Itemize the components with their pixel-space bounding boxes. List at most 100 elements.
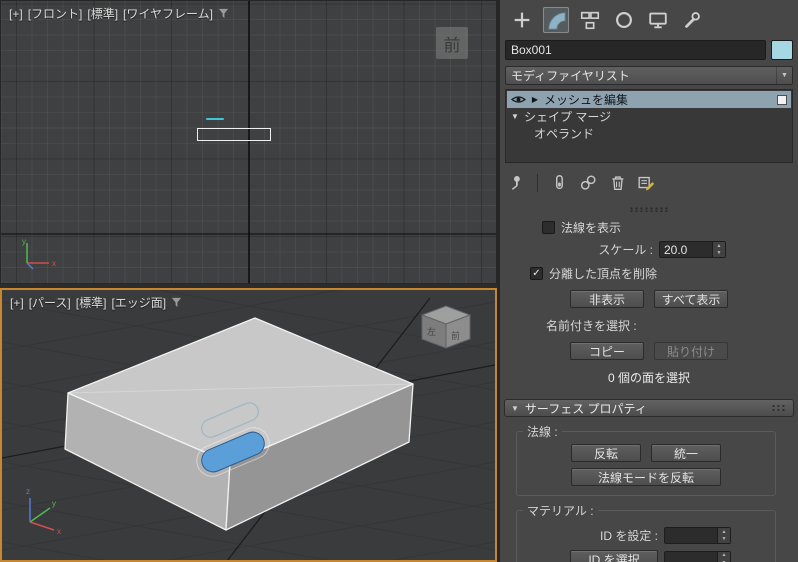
modifier-list-dropdown[interactable]: モディファイヤリスト ▼ bbox=[505, 66, 793, 85]
named-selections-label: 名前付きを選択 : bbox=[546, 319, 637, 333]
copy-paste-row: コピー 貼り付け bbox=[500, 342, 798, 360]
filter-funnel-icon[interactable] bbox=[171, 297, 182, 308]
viewcube[interactable]: 左 前 bbox=[420, 305, 472, 349]
hide-button[interactable]: 非表示 bbox=[570, 290, 644, 308]
remove-modifier-icon[interactable] bbox=[607, 173, 627, 193]
delete-isolated-checkbox[interactable] bbox=[530, 267, 543, 280]
drag-grip-icon bbox=[771, 404, 787, 412]
object-name-row: Box001 bbox=[505, 40, 793, 60]
scale-label: スケール : bbox=[598, 243, 653, 257]
tab-utilities[interactable] bbox=[679, 7, 705, 33]
viewport-general-menu[interactable]: [+] bbox=[9, 7, 23, 21]
scale-spinner[interactable]: 20.0 ▲ ▼ bbox=[659, 241, 726, 258]
unify-button[interactable]: 統一 bbox=[651, 444, 721, 462]
set-id-label: ID を設定 : bbox=[599, 529, 658, 543]
viewport-area: [+] [フロント] [標準] [ワイヤフレーム] 前 x y 左 前 x y … bbox=[0, 0, 497, 562]
viewport-standard-menu[interactable]: [標準] bbox=[87, 5, 118, 22]
chevron-down-icon: ▼ bbox=[511, 403, 519, 413]
show-normals-label: 法線を表示 bbox=[561, 221, 622, 235]
motion-icon bbox=[616, 12, 632, 28]
unhide-all-button[interactable]: すべて表示 bbox=[654, 290, 728, 308]
box-object[interactable] bbox=[64, 317, 414, 531]
select-id-button[interactable]: ID を選択 bbox=[570, 550, 658, 562]
object-name-field[interactable]: Box001 bbox=[505, 40, 766, 60]
spinner-up-icon[interactable]: ▲ bbox=[713, 242, 725, 250]
flip-normal-mode-button[interactable]: 法線モードを反転 bbox=[571, 468, 721, 486]
tab-display[interactable] bbox=[645, 7, 671, 33]
viewport-general-menu[interactable]: [+] bbox=[10, 296, 24, 310]
stack-item-label: メッシュを編集 bbox=[544, 93, 629, 107]
object-color-swatch[interactable] bbox=[771, 40, 793, 60]
select-id-spinner[interactable]: ▲▼ bbox=[664, 550, 731, 562]
paste-button: 貼り付け bbox=[654, 342, 728, 360]
box-wireframe-selected[interactable] bbox=[197, 128, 271, 141]
scale-row: スケール : 20.0 ▲ ▼ bbox=[500, 241, 798, 258]
spinner-up-icon[interactable]: ▲ bbox=[718, 528, 730, 536]
make-unique-icon[interactable] bbox=[578, 173, 598, 193]
stack-item-shape-merge[interactable]: ▼ シェイプ マージ bbox=[506, 108, 792, 125]
panel-splitter-grip[interactable] bbox=[500, 205, 798, 213]
configure-sets-icon[interactable] bbox=[636, 173, 656, 193]
svg-text:z: z bbox=[26, 487, 30, 496]
spinner-down-icon[interactable]: ▼ bbox=[713, 250, 725, 258]
svg-text:前: 前 bbox=[451, 330, 460, 341]
viewport-front[interactable]: [+] [フロント] [標準] [ワイヤフレーム] 前 x y bbox=[0, 0, 497, 284]
hierarchy-icon bbox=[580, 11, 600, 30]
viewport-shading-menu[interactable]: [エッジ面] bbox=[111, 294, 166, 311]
viewport-pov-menu[interactable]: [パース] bbox=[29, 294, 71, 311]
normals-group: 法線 : 反転 統一 法線モードを反転 bbox=[516, 423, 776, 496]
selection-status: 0 個の面を選択 bbox=[607, 371, 690, 385]
surface-properties-rollout[interactable]: ▼ サーフェス プロパティ bbox=[504, 399, 794, 417]
show-end-result-icon[interactable] bbox=[549, 173, 569, 193]
stack-item-label: シェイプ マージ bbox=[524, 110, 612, 124]
show-normals-row: 法線を表示 bbox=[542, 219, 798, 236]
viewport-menu-persp: [+] [パース] [標準] [エッジ面] bbox=[10, 294, 182, 311]
spinner-down-icon[interactable]: ▼ bbox=[718, 536, 730, 544]
spinner-up-icon[interactable]: ▲ bbox=[718, 552, 730, 560]
pin-stack-icon[interactable] bbox=[506, 173, 526, 193]
collapse-arrow-icon[interactable]: ▼ bbox=[510, 112, 520, 121]
tab-hierarchy[interactable] bbox=[577, 7, 603, 33]
toolbar-divider bbox=[537, 174, 538, 192]
shape-spline[interactable] bbox=[206, 118, 224, 120]
modifier-stack: ▶ メッシュを編集 ▼ シェイプ マージ オペランド bbox=[505, 89, 793, 163]
stack-item-operand[interactable]: オペランド bbox=[506, 125, 792, 142]
modify-icon bbox=[548, 12, 566, 30]
scale-value[interactable]: 20.0 bbox=[660, 242, 712, 257]
eye-icon[interactable] bbox=[511, 94, 526, 105]
tab-create[interactable] bbox=[509, 7, 535, 33]
show-normals-checkbox[interactable] bbox=[542, 221, 555, 234]
stack-item-edit-mesh[interactable]: ▶ メッシュを編集 bbox=[507, 91, 791, 108]
world-axis-horizontal bbox=[1, 233, 496, 235]
viewport-shading-menu[interactable]: [ワイヤフレーム] bbox=[123, 5, 213, 22]
delete-isolated-label: 分離した頂点を削除 bbox=[549, 267, 658, 281]
copy-button[interactable]: コピー bbox=[570, 342, 644, 360]
set-id-row: ID を設定 : ▲ ▼ bbox=[517, 527, 731, 544]
select-id-value[interactable] bbox=[665, 552, 717, 562]
tab-modify[interactable] bbox=[543, 7, 569, 33]
set-id-value[interactable] bbox=[665, 528, 717, 543]
expand-arrow-icon[interactable]: ▶ bbox=[530, 95, 540, 104]
filter-funnel-icon[interactable] bbox=[218, 8, 229, 19]
svg-text:x: x bbox=[52, 259, 56, 268]
viewport-pov-menu[interactable]: [フロント] bbox=[28, 5, 83, 22]
rollout-title: サーフェス プロパティ bbox=[524, 401, 647, 416]
tab-motion[interactable] bbox=[611, 7, 637, 33]
svg-text:y: y bbox=[52, 499, 56, 508]
command-panel-tabs bbox=[500, 0, 798, 37]
viewport-standard-menu[interactable]: [標準] bbox=[76, 294, 107, 311]
viewcube[interactable]: 前 bbox=[436, 27, 468, 59]
grip-dots-icon bbox=[629, 206, 669, 212]
modifier-toggle[interactable] bbox=[777, 94, 787, 105]
flip-button[interactable]: 反転 bbox=[571, 444, 641, 462]
world-axis-vertical bbox=[248, 1, 250, 283]
viewport-perspective[interactable]: 左 前 x y z [+] [パース] [標準] [エッジ面] bbox=[0, 288, 497, 562]
normals-legend: 法線 : bbox=[527, 425, 558, 439]
named-selections-row: 名前付きを選択 : bbox=[546, 317, 798, 334]
material-legend: マテリアル : bbox=[527, 504, 594, 518]
axis-tripod-icon: x y bbox=[22, 237, 56, 270]
modifier-list-label: モディファイヤリスト bbox=[511, 69, 630, 83]
svg-text:左: 左 bbox=[427, 326, 436, 337]
viewport-menu-front: [+] [フロント] [標準] [ワイヤフレーム] bbox=[9, 5, 229, 22]
set-id-spinner[interactable]: ▲ ▼ bbox=[664, 527, 731, 544]
